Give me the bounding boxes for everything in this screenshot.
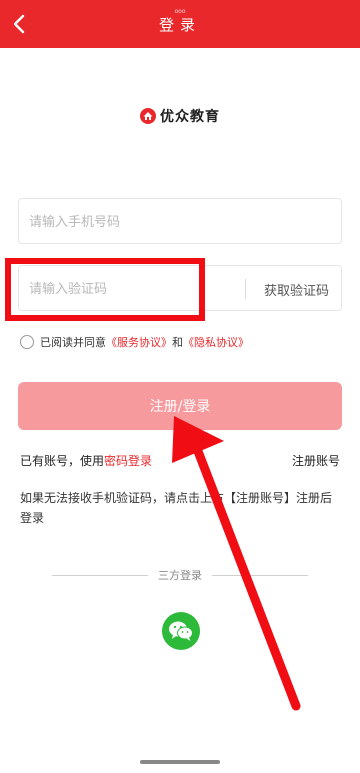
have-account-text: 已有账号，使用密码登录: [20, 452, 152, 469]
divider-line-left: [52, 574, 148, 576]
have-account-label: 已有账号，使用: [20, 454, 105, 468]
annotation-highlight-box: [5, 258, 205, 321]
wechat-login-button[interactable]: [162, 612, 200, 650]
register-account-link[interactable]: 注册账号: [292, 452, 340, 469]
tip-text: 如果无法接收手机验证码，请点击上方【注册账号】注册后登录: [20, 491, 333, 525]
agreement-row: 已阅读并同意 《服务协议》 和 《隐私协议》: [20, 334, 249, 350]
page-title: 登录: [158, 16, 201, 34]
register-login-button[interactable]: 注册/登录: [18, 382, 342, 430]
house-logo-icon: [140, 108, 156, 124]
field-divider: [245, 279, 246, 299]
service-agreement-link[interactable]: 《服务协议》: [106, 334, 172, 350]
phone-field: [18, 198, 342, 244]
password-login-link[interactable]: 密码登录: [104, 454, 152, 468]
third-party-label: 三方登录: [158, 569, 202, 582]
brand-name: 优众教育: [160, 109, 220, 125]
phone-input[interactable]: [29, 212, 329, 232]
brand-logo: 优众教育: [0, 106, 360, 126]
get-code-button[interactable]: 获取验证码: [264, 280, 329, 299]
agreement-prefix: 已阅读并同意: [40, 336, 106, 349]
divider-line-right: [212, 574, 308, 576]
wechat-icon: [169, 621, 193, 641]
agreement-radio[interactable]: [20, 335, 34, 349]
home-indicator: [140, 760, 220, 764]
agreement-and: 和: [172, 336, 183, 349]
third-party-divider: 三方登录: [52, 566, 308, 584]
app-header: ooo 登录: [0, 0, 360, 48]
privacy-agreement-link[interactable]: 《隐私协议》: [183, 334, 249, 350]
account-row: 已有账号，使用密码登录 注册账号: [20, 452, 340, 469]
